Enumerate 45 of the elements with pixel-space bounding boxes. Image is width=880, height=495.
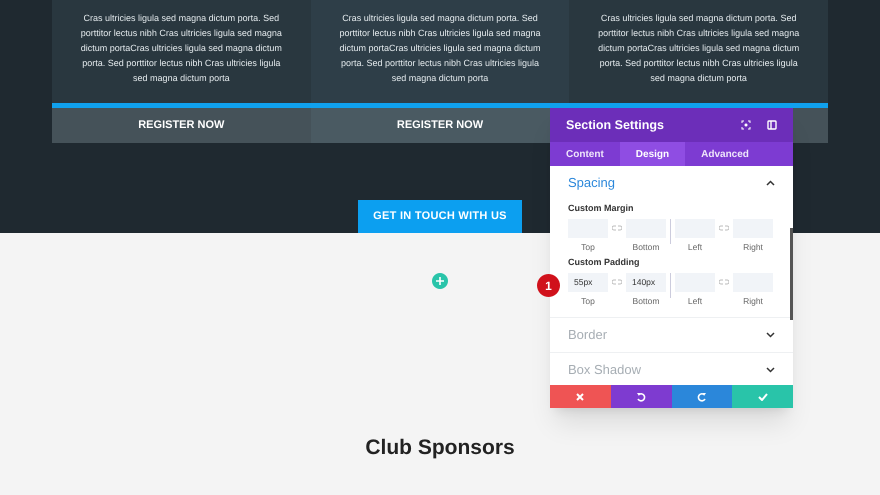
chevron-icon[interactable] — [766, 366, 775, 372]
tab[interactable]: Content — [550, 142, 620, 166]
field-caption: Right — [743, 294, 763, 308]
add-button[interactable] — [432, 273, 448, 289]
field-caption: Top — [581, 294, 595, 308]
card-text: Cras ultricies ligula sed magna dictum porta. Sed porttitor lectus nibh Cras ultricies ligula sed magna dictum portaCras ultricies ligula sed magna dictum porta. Sed porttitor lectus nibh Cras ultricies ligula sed magna dictum porta — [80, 12, 283, 85]
link-icon[interactable] — [719, 279, 729, 286]
get-in-touch-button[interactable]: GET IN TOUCH WITH US — [358, 200, 522, 233]
section-heading: Club Sponsors — [365, 435, 515, 461]
register-button[interactable]: REGISTER NOW — [396, 117, 484, 134]
tab[interactable]: Design — [620, 142, 686, 166]
link-icon[interactable] — [612, 225, 622, 231]
expand-icon[interactable] — [741, 120, 751, 130]
field-caption: Left — [688, 240, 702, 254]
check-icon — [758, 392, 768, 400]
redo-button[interactable] — [672, 385, 732, 408]
field-caption: Left — [688, 294, 702, 308]
sidebar-toggle-icon[interactable] — [767, 120, 777, 130]
panel-title: Section Settings — [566, 116, 665, 134]
field-caption: Bottom — [632, 294, 660, 308]
field-caption: Bottom — [632, 240, 660, 254]
field-caption: Right — [743, 240, 763, 254]
tab[interactable]: Advanced — [685, 142, 765, 166]
cancel-button[interactable] — [550, 385, 611, 408]
field-label: Custom Margin — [568, 203, 634, 213]
card-text: Cras ultricies ligula sed magna dictum porta. Sed porttitor lectus nibh Cras ultricies ligula sed magna dictum portaCras ultricies ligula sed magna dictum porta. Sed porttitor lectus nibh Cras ultricies ligula sed magna dictum porta — [597, 12, 800, 85]
close-icon — [576, 392, 584, 400]
plus-icon — [436, 277, 444, 285]
register-button[interactable]: REGISTER NOW — [138, 117, 224, 134]
group-title[interactable]: Spacing — [568, 173, 766, 193]
undo-button[interactable] — [610, 385, 672, 408]
link-icon[interactable] — [612, 279, 622, 286]
save-button[interactable] — [732, 385, 793, 408]
field-label: Custom Padding — [568, 257, 640, 268]
redo-icon — [696, 392, 707, 402]
link-icon[interactable] — [719, 225, 729, 231]
step-badge: 1 — [537, 274, 560, 297]
field-caption: Top — [581, 240, 595, 254]
input-field[interactable]: 55px — [568, 272, 608, 292]
scrollbar[interactable] — [790, 228, 793, 320]
undo-icon — [636, 392, 646, 402]
card-text: Cras ultricies ligula sed magna dictum porta. Sed porttitor lectus nibh Cras ultricies ligula sed magna dictum portaCras ultricies ligula sed magna dictum porta. Sed porttitor lectus nibh Cras ultricies ligula sed magna dictum porta — [338, 12, 542, 85]
chevron-icon[interactable] — [766, 180, 775, 186]
chevron-icon[interactable] — [766, 332, 775, 338]
input-field[interactable]: 140px — [626, 272, 666, 292]
